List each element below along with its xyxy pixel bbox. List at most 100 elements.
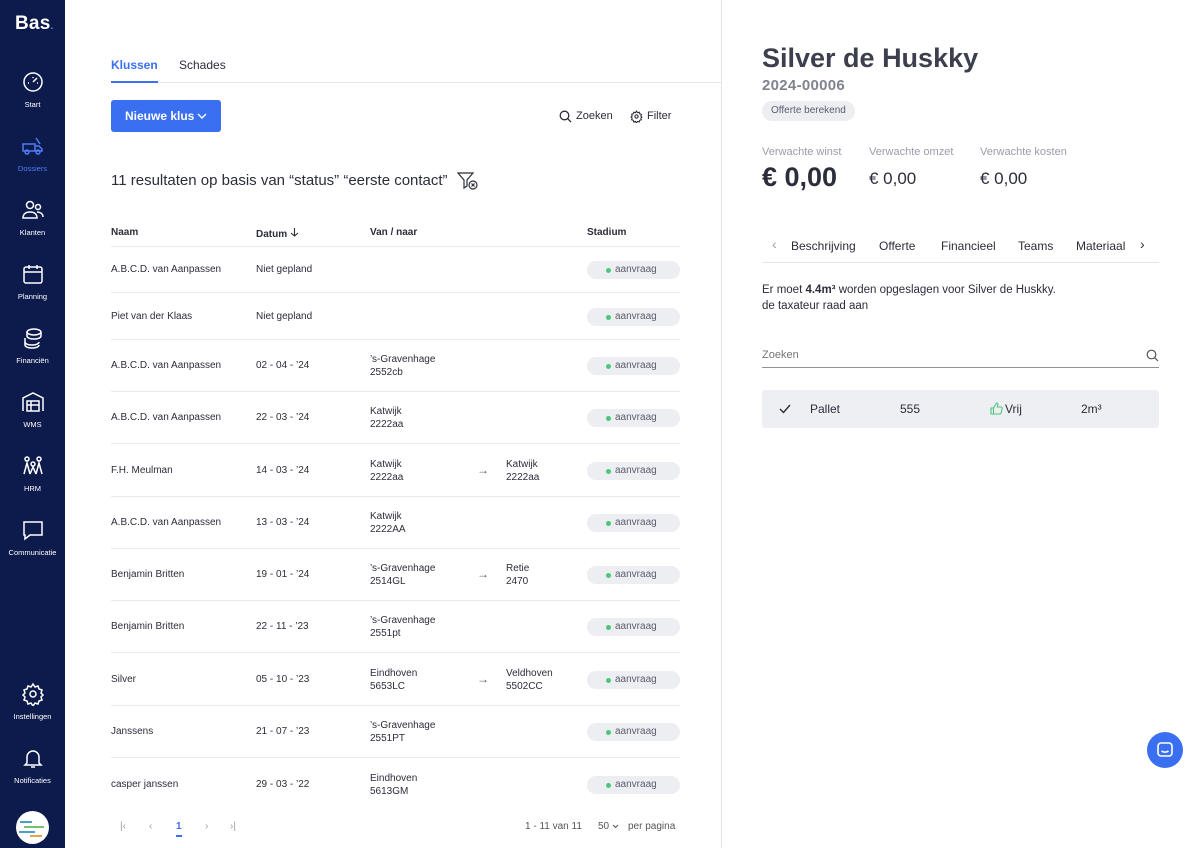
table-row[interactable]: A.B.C.D. van Aanpassen 22 - 03 - ’24 Katwi… (111, 391, 680, 443)
sidebar-item-communicatie[interactable]: Communicatie (0, 518, 65, 570)
stage-badge: aanvraag (587, 261, 680, 279)
stage-badge: aanvraag (587, 514, 680, 532)
table-row[interactable]: Piet van der Klaas Niet gepland aanvraag (111, 292, 680, 339)
sidebar-item-notificaties[interactable]: Notificaties (0, 746, 65, 798)
tab-offerte[interactable]: Offerte (879, 239, 915, 253)
tab-beschrijving[interactable]: Beschrijving (791, 239, 856, 253)
cell-to: Veldhoven 5502CC (506, 667, 553, 693)
app-logo[interactable]: Bas. (15, 13, 53, 35)
results-summary: 11 resultaten op basis van “status” “eer… (111, 172, 448, 189)
sidebar-item-wms[interactable]: WMS (0, 390, 65, 442)
from-city: Katwijk (370, 511, 402, 522)
sidebar-item-klanten[interactable]: Klanten (0, 198, 65, 250)
cell-to: Retie 2470 (506, 562, 529, 588)
table-row[interactable]: Benjamin Britten 22 - 11 - ’23 ’s-Gravenha… (111, 600, 680, 652)
from-postcode: 2551pt (370, 628, 401, 639)
cell-from: ’s-Gravenhage 2552cb (370, 353, 435, 379)
tab-teams[interactable]: Teams (1018, 239, 1053, 253)
new-job-button[interactable]: Nieuwe klus (111, 100, 221, 132)
job-number: 2024-00006 (762, 77, 846, 94)
item-search (762, 343, 1159, 368)
tab-materiaal[interactable]: Materiaal (1076, 239, 1125, 253)
thumbs-up-icon (990, 402, 1003, 415)
from-postcode: 5653LC (370, 681, 406, 692)
to-postcode: 2222aa (506, 472, 540, 483)
table-row[interactable]: A.B.C.D. van Aanpassen 02 - 04 - ’24 ’s-Gr… (111, 339, 680, 391)
stage-label: aanvraag (615, 674, 657, 685)
from-city: Katwijk (370, 406, 402, 417)
cell-date: 05 - 10 - ’23 (256, 674, 310, 685)
tab-financieel[interactable]: Financieel (941, 239, 996, 253)
job-description: Er moet 4.4m³ worden opgeslagen voor Sil… (762, 282, 1056, 314)
column-header-van-naar[interactable]: Van / naar (370, 227, 417, 238)
cell-name: Silver (111, 674, 137, 685)
clear-filter-icon[interactable] (457, 171, 479, 191)
search-button[interactable]: Zoeken (559, 110, 613, 123)
from-city: Eindhoven (370, 773, 418, 784)
list-item[interactable]: Pallet 555 Vrij 2m³ (762, 390, 1159, 428)
search-icon (1146, 349, 1159, 362)
chevron-left-icon[interactable]: ‹ (772, 236, 777, 252)
chevron-right-icon[interactable]: › (1140, 236, 1145, 252)
expected-revenue-label: Verwachte omzet (869, 146, 954, 158)
pagination-range: 1 - 11 van 11 (525, 821, 582, 832)
prev-page-icon[interactable]: ‹ (149, 821, 152, 832)
sidebar: Bas. Start Dossiers Klanten Planning Fin… (0, 0, 65, 848)
sidebar-item-dossiers[interactable]: Dossiers (0, 134, 65, 186)
job-title: Silver de Huskky (762, 43, 979, 73)
status-dot-icon (606, 573, 611, 578)
table-row[interactable]: F.H. Meulman 14 - 03 - ’24 Katwijk 2222aa → K… (111, 443, 680, 496)
per-page-select[interactable]: 50 (598, 821, 619, 832)
tab-klussen[interactable]: Klussen (111, 58, 158, 83)
cell-date: 29 - 03 - ’22 (256, 779, 310, 790)
description-text: worden opgeslagen voor Silver de Huskky. (835, 284, 1056, 296)
page-number-current[interactable]: 1 (176, 821, 182, 837)
status-dot-icon (606, 521, 611, 526)
column-header-naam[interactable]: Naam (111, 227, 138, 238)
logo-dot: . (50, 21, 54, 32)
cell-name: A.B.C.D. van Aanpassen (111, 412, 222, 423)
first-page-icon[interactable]: |‹ (120, 821, 126, 832)
status-dot-icon (606, 364, 611, 369)
stage-badge: aanvraag (587, 409, 680, 427)
cell-date: 22 - 11 - ’23 (256, 621, 309, 632)
item-volume: 2m³ (1081, 402, 1102, 416)
item-search-input[interactable] (762, 343, 1122, 361)
sidebar-item-financien[interactable]: Financiën (0, 326, 65, 378)
tab-schades[interactable]: Schades (179, 58, 226, 81)
sidebar-item-label: Start (24, 100, 41, 109)
from-city: ’s-Gravenhage (370, 615, 436, 626)
table-row[interactable]: casper janssen 29 - 03 - ’22 Eindhoven 5613… (111, 757, 680, 810)
avatar[interactable] (16, 811, 49, 844)
sidebar-item-hrm[interactable]: HRM (0, 454, 65, 506)
list-tabs: Klussen Schades (111, 58, 721, 83)
sidebar-item-planning[interactable]: Planning (0, 262, 65, 314)
sidebar-item-instellingen[interactable]: Instellingen (0, 682, 65, 734)
gauge-icon (22, 72, 43, 92)
chat-launcher-button[interactable] (1147, 732, 1183, 768)
item-quantity: 555 (900, 402, 921, 416)
table-row[interactable]: Janssens 21 - 07 - ’23 ’s-Gravenhage 2551PT… (111, 705, 680, 757)
team-icon (22, 456, 43, 475)
sidebar-item-start[interactable]: Start (0, 70, 65, 122)
status-dot-icon (606, 730, 611, 735)
to-city: Veldhoven (506, 668, 553, 679)
filter-button[interactable]: Filter (630, 110, 671, 123)
cell-name: A.B.C.D. van Aanpassen (111, 264, 222, 275)
table-row[interactable]: A.B.C.D. van Aanpassen 13 - 03 - ’24 Katwi… (111, 496, 680, 548)
cell-date: Niet gepland (256, 311, 313, 322)
logo-text: Bas (15, 13, 51, 34)
warehouse-icon (21, 392, 44, 412)
column-header-stadium[interactable]: Stadium (587, 227, 626, 238)
table-row[interactable]: Silver 05 - 10 - ’23 Eindhoven 5653LC → Veldh… (111, 652, 680, 705)
arrow-right-icon: → (477, 567, 489, 581)
table-row[interactable]: A.B.C.D. van Aanpassen Niet gepland aanvra… (111, 246, 680, 292)
table-row[interactable]: Benjamin Britten 19 - 01 - ’24 ’s-Gravenha… (111, 548, 680, 600)
next-page-icon[interactable]: › (205, 821, 208, 832)
check-icon (779, 404, 791, 414)
last-page-icon[interactable]: ›| (230, 821, 236, 832)
stage-label: aanvraag (615, 412, 657, 423)
column-header-datum[interactable]: Datum (256, 227, 299, 240)
stage-label: aanvraag (615, 726, 657, 737)
expected-profit-value: € 0,00 (762, 162, 838, 192)
